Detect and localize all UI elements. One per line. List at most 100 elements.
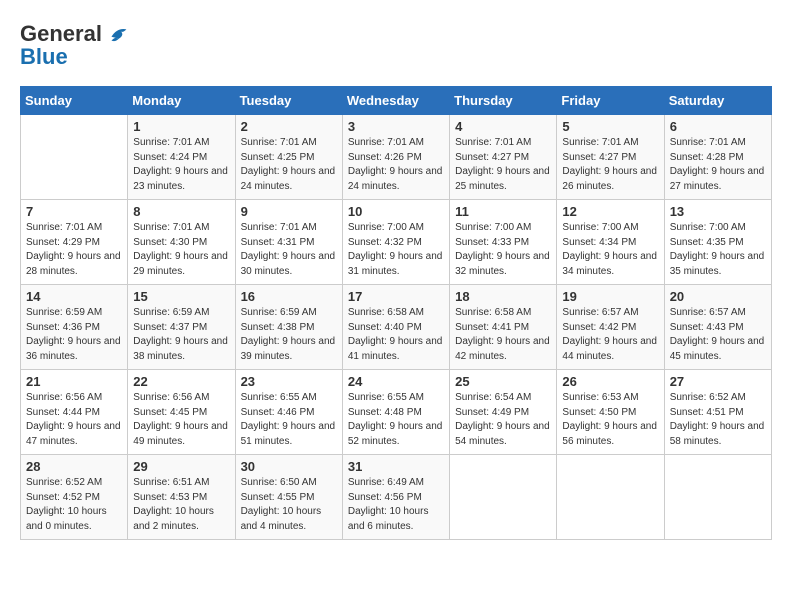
day-number: 9 — [241, 204, 337, 219]
day-info: Sunrise: 6:54 AMSunset: 4:49 PMDaylight:… — [455, 391, 551, 449]
day-number: 29 — [133, 459, 229, 474]
day-info: Sunrise: 6:52 AMSunset: 4:51 PMDaylight:… — [670, 391, 766, 449]
calendar-week-row: 28 Sunrise: 6:52 AMSunset: 4:52 PMDayligh… — [21, 455, 772, 540]
weekday-header-thursday: Thursday — [450, 87, 557, 115]
calendar-cell: 15Sunrise: 6:59 AMSunset: 4:37 PMDayligh… — [128, 285, 235, 370]
day-number: 24 — [348, 374, 444, 389]
calendar-cell: 22 Sunrise: 6:56 AMSunset: 4:45 PMDayligh… — [128, 370, 235, 455]
calendar-cell: 20 Sunrise: 6:57 AMSunset: 4:43 PMDayligh… — [664, 285, 771, 370]
calendar-cell: 24 Sunrise: 6:55 AMSunset: 4:48 PMDayligh… — [342, 370, 449, 455]
day-number: 4 — [455, 119, 551, 134]
day-number: 5 — [562, 119, 658, 134]
calendar-cell — [664, 455, 771, 540]
calendar-cell: 11Sunrise: 7:00 AMSunset: 4:33 PMDayligh… — [450, 200, 557, 285]
calendar-cell: 30Sunrise: 6:50 AMSunset: 4:55 PMDayligh… — [235, 455, 342, 540]
day-info: Sunrise: 6:52 AMSunset: 4:52 PMDaylight:… — [26, 476, 122, 534]
day-number: 7 — [26, 204, 122, 219]
day-info: Sunrise: 6:51 AMSunset: 4:53 PMDaylight:… — [133, 476, 229, 534]
day-info: Sunrise: 7:01 AMSunset: 4:29 PMDaylight:… — [26, 221, 122, 279]
day-number: 8 — [133, 204, 229, 219]
day-info: Sunrise: 6:56 AMSunset: 4:45 PMDaylight:… — [133, 391, 229, 449]
weekday-header-wednesday: Wednesday — [342, 87, 449, 115]
day-number: 31 — [348, 459, 444, 474]
calendar-cell: 21 Sunrise: 6:56 AMSunset: 4:44 PMDayligh… — [21, 370, 128, 455]
day-number: 1 — [133, 119, 229, 134]
day-number: 16 — [241, 289, 337, 304]
calendar-cell: 9Sunrise: 7:01 AMSunset: 4:31 PMDaylight… — [235, 200, 342, 285]
day-number: 3 — [348, 119, 444, 134]
day-info: Sunrise: 7:00 AMSunset: 4:32 PMDaylight:… — [348, 221, 444, 279]
day-info: Sunrise: 6:59 AMSunset: 4:38 PMDaylight:… — [241, 306, 337, 364]
calendar-cell: 12 Sunrise: 7:00 AMSunset: 4:34 PMDayligh… — [557, 200, 664, 285]
calendar-cell — [450, 455, 557, 540]
day-number: 26 — [562, 374, 658, 389]
weekday-header-row: SundayMondayTuesdayWednesdayThursdayFrid… — [21, 87, 772, 115]
day-info: Sunrise: 6:58 AMSunset: 4:41 PMDaylight:… — [455, 306, 551, 364]
calendar-cell: 17 Sunrise: 6:58 AMSunset: 4:40 PMDayligh… — [342, 285, 449, 370]
calendar-cell: 13 Sunrise: 7:00 AMSunset: 4:35 PMDayligh… — [664, 200, 771, 285]
day-number: 30 — [241, 459, 337, 474]
calendar-cell: 29 Sunrise: 6:51 AMSunset: 4:53 PMDayligh… — [128, 455, 235, 540]
calendar-table: SundayMondayTuesdayWednesdayThursdayFrid… — [20, 86, 772, 540]
day-number: 20 — [670, 289, 766, 304]
calendar-cell — [557, 455, 664, 540]
day-info: Sunrise: 6:55 AMSunset: 4:46 PMDaylight:… — [241, 391, 337, 449]
calendar-cell: 10 Sunrise: 7:00 AMSunset: 4:32 PMDayligh… — [342, 200, 449, 285]
day-info: Sunrise: 6:56 AMSunset: 4:44 PMDaylight:… — [26, 391, 122, 449]
calendar-cell: 27 Sunrise: 6:52 AMSunset: 4:51 PMDayligh… — [664, 370, 771, 455]
day-number: 27 — [670, 374, 766, 389]
calendar-cell: 31 Sunrise: 6:49 AMSunset: 4:56 PMDayligh… — [342, 455, 449, 540]
calendar-cell: 5Sunrise: 7:01 AMSunset: 4:27 PMDaylight… — [557, 115, 664, 200]
logo: General Blue — [20, 20, 132, 70]
day-number: 12 — [562, 204, 658, 219]
day-info: Sunrise: 6:58 AMSunset: 4:40 PMDaylight:… — [348, 306, 444, 364]
day-info: Sunrise: 6:49 AMSunset: 4:56 PMDaylight:… — [348, 476, 444, 534]
day-info: Sunrise: 6:55 AMSunset: 4:48 PMDaylight:… — [348, 391, 444, 449]
day-info: Sunrise: 6:57 AMSunset: 4:43 PMDaylight:… — [670, 306, 766, 364]
calendar-cell: 1 Sunrise: 7:01 AMSunset: 4:24 PMDaylight… — [128, 115, 235, 200]
calendar-cell: 2 Sunrise: 7:01 AMSunset: 4:25 PMDaylight… — [235, 115, 342, 200]
day-info: Sunrise: 7:00 AMSunset: 4:35 PMDaylight:… — [670, 221, 766, 279]
calendar-cell: 25 Sunrise: 6:54 AMSunset: 4:49 PMDayligh… — [450, 370, 557, 455]
page-header: General Blue — [20, 20, 772, 70]
day-info: Sunrise: 7:01 AMSunset: 4:26 PMDaylight:… — [348, 136, 444, 194]
day-info: Sunrise: 7:00 AMSunset: 4:33 PMDaylight:… — [455, 221, 551, 279]
day-number: 17 — [348, 289, 444, 304]
day-number: 21 — [26, 374, 122, 389]
calendar-cell: 19Sunrise: 6:57 AMSunset: 4:42 PMDayligh… — [557, 285, 664, 370]
day-info: Sunrise: 6:53 AMSunset: 4:50 PMDaylight:… — [562, 391, 658, 449]
calendar-cell: 4Sunrise: 7:01 AMSunset: 4:27 PMDaylight… — [450, 115, 557, 200]
calendar-cell: 23 Sunrise: 6:55 AMSunset: 4:46 PMDayligh… — [235, 370, 342, 455]
calendar-week-row: 14Sunrise: 6:59 AMSunset: 4:36 PMDayligh… — [21, 285, 772, 370]
day-info: Sunrise: 7:01 AMSunset: 4:28 PMDaylight:… — [670, 136, 766, 194]
day-number: 25 — [455, 374, 551, 389]
calendar-cell: 6Sunrise: 7:01 AMSunset: 4:28 PMDaylight… — [664, 115, 771, 200]
calendar-cell: 14Sunrise: 6:59 AMSunset: 4:36 PMDayligh… — [21, 285, 128, 370]
calendar-cell: 26 Sunrise: 6:53 AMSunset: 4:50 PMDayligh… — [557, 370, 664, 455]
day-info: Sunrise: 6:59 AMSunset: 4:36 PMDaylight:… — [26, 306, 122, 364]
weekday-header-saturday: Saturday — [664, 87, 771, 115]
calendar-cell: 16 Sunrise: 6:59 AMSunset: 4:38 PMDayligh… — [235, 285, 342, 370]
day-number: 22 — [133, 374, 229, 389]
day-number: 23 — [241, 374, 337, 389]
calendar-cell: 7 Sunrise: 7:01 AMSunset: 4:29 PMDaylight… — [21, 200, 128, 285]
logo-bird-icon — [104, 20, 132, 48]
weekday-header-sunday: Sunday — [21, 87, 128, 115]
day-info: Sunrise: 6:57 AMSunset: 4:42 PMDaylight:… — [562, 306, 658, 364]
day-info: Sunrise: 7:01 AMSunset: 4:24 PMDaylight:… — [133, 136, 229, 194]
day-info: Sunrise: 7:01 AMSunset: 4:25 PMDaylight:… — [241, 136, 337, 194]
day-number: 28 — [26, 459, 122, 474]
day-info: Sunrise: 7:00 AMSunset: 4:34 PMDaylight:… — [562, 221, 658, 279]
day-number: 2 — [241, 119, 337, 134]
day-number: 13 — [670, 204, 766, 219]
day-info: Sunrise: 7:01 AMSunset: 4:30 PMDaylight:… — [133, 221, 229, 279]
calendar-cell: 18 Sunrise: 6:58 AMSunset: 4:41 PMDayligh… — [450, 285, 557, 370]
calendar-cell: 3 Sunrise: 7:01 AMSunset: 4:26 PMDaylight… — [342, 115, 449, 200]
weekday-header-tuesday: Tuesday — [235, 87, 342, 115]
day-number: 10 — [348, 204, 444, 219]
day-info: Sunrise: 6:59 AMSunset: 4:37 PMDaylight:… — [133, 306, 229, 364]
calendar-week-row: 7 Sunrise: 7:01 AMSunset: 4:29 PMDaylight… — [21, 200, 772, 285]
calendar-cell: 28 Sunrise: 6:52 AMSunset: 4:52 PMDayligh… — [21, 455, 128, 540]
day-number: 18 — [455, 289, 551, 304]
calendar-week-row: 1 Sunrise: 7:01 AMSunset: 4:24 PMDaylight… — [21, 115, 772, 200]
